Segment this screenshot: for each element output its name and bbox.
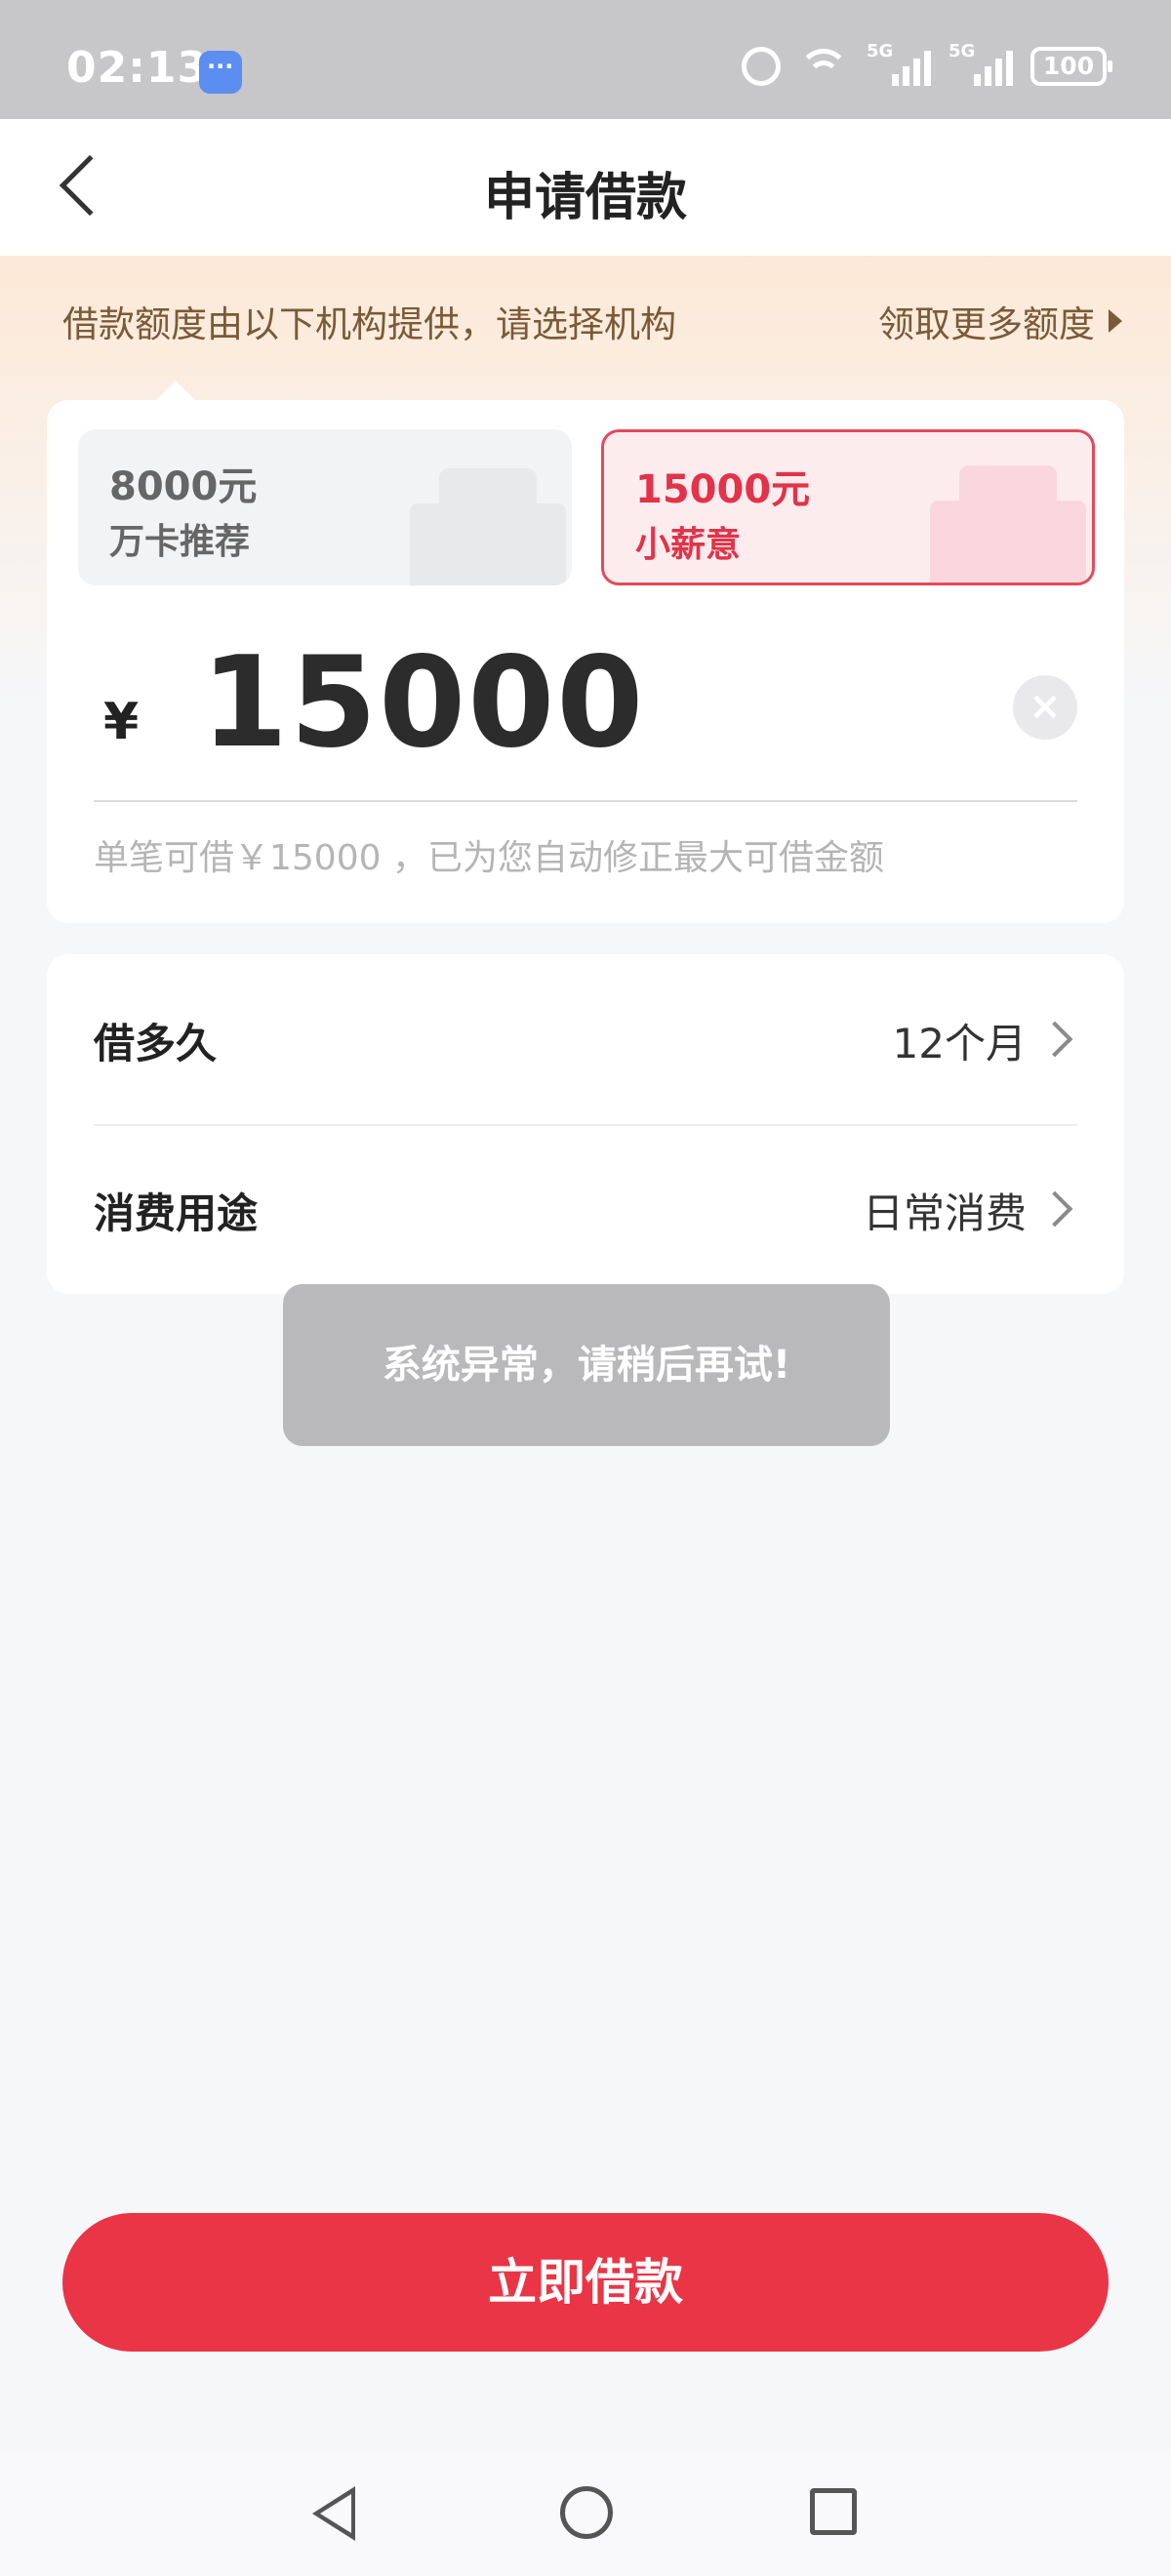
network-type-2: 5G (949, 41, 976, 61)
nav-back-icon[interactable] (312, 2486, 355, 2541)
chevron-right-icon (1036, 1190, 1073, 1228)
status-bar: 02:13 5G 5G 100 (0, 0, 1171, 119)
wifi-icon (798, 49, 849, 84)
loan-term-value: 12个月 (892, 1020, 1027, 1067)
currency-symbol: ¥ (103, 693, 140, 751)
building-icon (930, 465, 1086, 583)
page-title: 申请借款 (483, 169, 687, 227)
clear-icon[interactable]: × (1013, 675, 1077, 740)
loan-purpose-row[interactable]: 消费用途 日常消费 (47, 1124, 1124, 1294)
loan-term-label: 借多久 (94, 1020, 218, 1067)
lender-option-xiaoxinyi[interactable]: 15000元 小薪意 (601, 429, 1095, 585)
loan-purpose-value: 日常消费 (862, 1189, 1027, 1237)
signal-icon-2: 5G (949, 41, 1013, 86)
error-toast: 系统异常，请稍后再试! (283, 1284, 890, 1446)
card-notch (154, 381, 197, 402)
message-icon (199, 51, 242, 94)
lender-amount: 15000元 (635, 467, 811, 512)
lender-name: 万卡推荐 (109, 522, 251, 562)
signal-icon-1: 5G (867, 41, 931, 86)
building-icon (410, 468, 566, 585)
more-quota-link[interactable]: 领取更多额度 (878, 295, 1122, 347)
network-type-1: 5G (867, 41, 894, 61)
system-nav-bar (0, 2451, 1171, 2576)
lender-option-wanka[interactable]: 8000元 万卡推荐 (78, 429, 572, 585)
lender-notice: 借款额度由以下机构提供，请选择机构 (62, 303, 676, 345)
amount-divider (94, 800, 1077, 802)
loan-purpose-label: 消费用途 (94, 1189, 259, 1237)
amount-card: 8000元 万卡推荐 15000元 小薪意 ¥ 15000 × 单笔可借￥150… (47, 381, 1124, 923)
alarm-icon (742, 47, 781, 86)
amount-input[interactable]: 15000 (201, 630, 645, 776)
nav-recent-apps-icon[interactable] (810, 2488, 857, 2535)
header: 申请借款 (0, 119, 1171, 256)
battery-icon: 100 (1030, 47, 1112, 86)
nav-home-icon[interactable] (560, 2486, 613, 2539)
chevron-right-icon (1036, 1021, 1073, 1058)
loan-term-row[interactable]: 借多久 12个月 (47, 954, 1124, 1124)
lender-name: 小薪意 (635, 525, 742, 565)
status-icons: 5G 5G 100 (742, 41, 1112, 86)
loan-options-card: 借多久 12个月 消费用途 日常消费 (47, 954, 1124, 1294)
borrow-now-button[interactable]: 立即借款 (62, 2213, 1109, 2352)
status-time: 02:13 (66, 43, 209, 93)
caret-right-icon (1109, 309, 1122, 333)
lender-amount: 8000元 (109, 464, 258, 509)
amount-hint: 单笔可借￥15000 ，已为您自动修正最大可借金额 (94, 838, 884, 878)
more-quota-label[interactable]: 领取更多额度 (878, 295, 1095, 347)
